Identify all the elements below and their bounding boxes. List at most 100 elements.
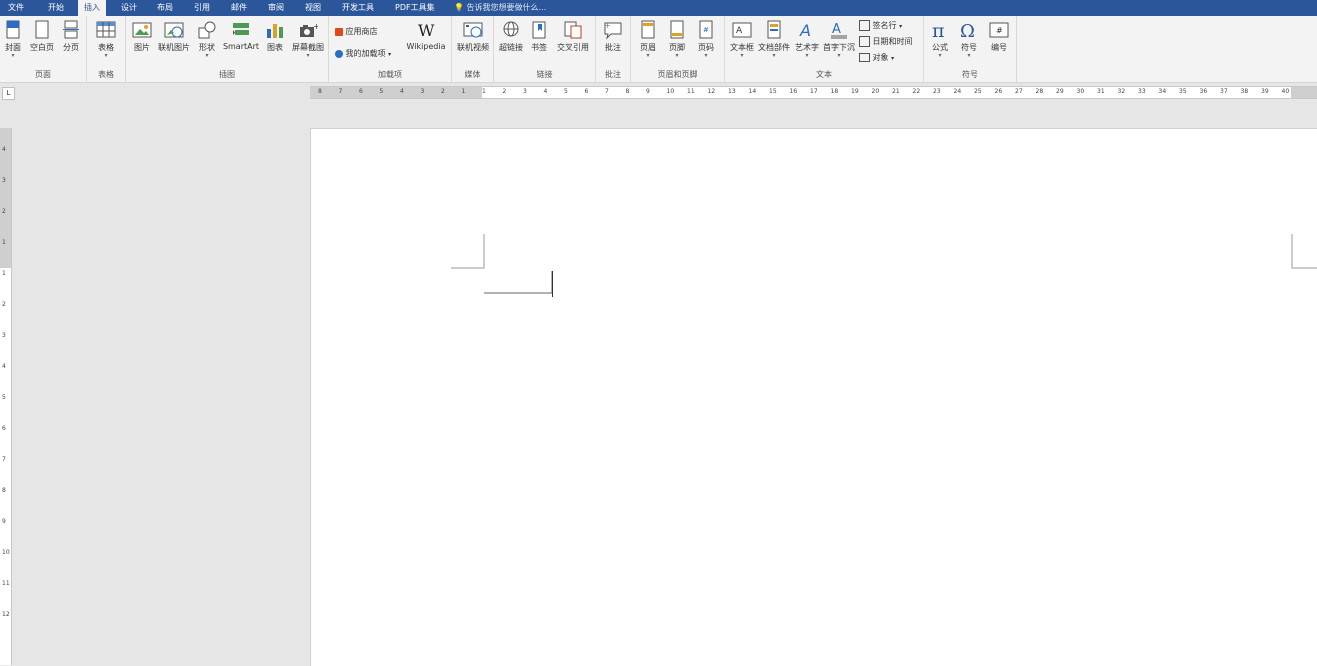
ruler-number: 30 bbox=[1076, 88, 1085, 95]
group-label-symbols: 符号 bbox=[962, 70, 978, 79]
vruler-number: 3 bbox=[2, 177, 6, 184]
header-button[interactable]: 页眉 ▾ bbox=[635, 20, 661, 59]
smartart-button[interactable]: SmartArt bbox=[222, 20, 260, 51]
page-break-icon bbox=[63, 20, 79, 39]
ruler-number: 34 bbox=[1158, 88, 1167, 95]
online-video-icon bbox=[463, 22, 483, 38]
tab-home[interactable]: 开始 bbox=[42, 0, 70, 16]
tab-layout[interactable]: 布局 bbox=[151, 0, 179, 16]
shapes-icon bbox=[198, 21, 216, 39]
ruler-number: 37 bbox=[1220, 88, 1228, 95]
tab-developer[interactable]: 开发工具 bbox=[336, 0, 380, 16]
pictures-button[interactable]: 图片 bbox=[130, 20, 154, 53]
picture-icon bbox=[132, 22, 152, 38]
document-page[interactable] bbox=[310, 128, 1317, 666]
cross-reference-button[interactable]: 交叉引用 bbox=[554, 20, 592, 53]
page-number-button[interactable]: # 页码 ▾ bbox=[693, 20, 719, 59]
ribbon: 封面 ▾ 空白页 分页 页面 表格 ▾ 表格 图片 联机图片 形状 ▾ Smar… bbox=[0, 16, 1317, 83]
screenshot-button[interactable]: + 屏幕截图 ▾ bbox=[290, 20, 326, 59]
tab-view[interactable]: 视图 bbox=[299, 0, 327, 16]
bookmark-button[interactable]: 书签 bbox=[528, 20, 550, 53]
chart-button[interactable]: 图表 bbox=[264, 20, 286, 53]
ruler-number: 11 bbox=[687, 88, 695, 95]
text-box-button[interactable]: A 文本框 ▾ bbox=[728, 20, 756, 59]
group-addins: 应用商店 我的加载项 ▾ W Wikipedia 加载项 bbox=[329, 16, 452, 82]
ruler-number: 18 bbox=[830, 88, 839, 95]
ruler-number: 40 bbox=[1281, 88, 1290, 95]
footer-button[interactable]: 页脚 ▾ bbox=[664, 20, 690, 59]
store-button[interactable]: 应用商店 bbox=[335, 26, 378, 37]
svg-text:+: + bbox=[604, 21, 611, 30]
online-pictures-button[interactable]: 联机图片 bbox=[157, 20, 191, 53]
vruler-number: 5 bbox=[2, 394, 6, 401]
ruler-number: 15 bbox=[769, 88, 777, 95]
blank-page-button[interactable]: 空白页 bbox=[28, 20, 56, 53]
quick-parts-icon bbox=[767, 20, 781, 39]
ruler-number: 8 bbox=[318, 88, 322, 95]
hyperlink-button[interactable]: 超链接 bbox=[497, 20, 525, 53]
wikipedia-button[interactable]: W Wikipedia bbox=[405, 20, 447, 51]
equation-button[interactable]: π 公式 ▾ bbox=[927, 20, 953, 59]
ruler-number: 20 bbox=[871, 88, 880, 95]
vruler-number: 1 bbox=[2, 270, 6, 277]
right-margin-shade bbox=[1291, 87, 1317, 98]
horizontal-ruler[interactable]: 8 7 6 5 4 3 2 1 1 2 3 4 5 6 7 8 9 10 11 12 13 14 15 16 17 18 19 20 2… bbox=[310, 86, 1317, 99]
ruler-number: 4 bbox=[400, 88, 404, 95]
cover-page-button[interactable]: 封面 ▾ bbox=[3, 20, 23, 59]
wordart-button[interactable]: A 艺术字 ▾ bbox=[793, 20, 821, 59]
vruler-number: 7 bbox=[2, 456, 6, 463]
signature-line-button[interactable]: 签名行 ▾ bbox=[859, 20, 902, 31]
symbol-button[interactable]: Ω 符号 ▾ bbox=[956, 20, 982, 59]
group-symbols: π 公式 ▾ Ω 符号 ▾ # 编号 符号 bbox=[924, 16, 1017, 82]
tab-mailings[interactable]: 邮件 bbox=[225, 0, 253, 16]
tab-references[interactable]: 引用 bbox=[188, 0, 216, 16]
group-label-header-footer: 页眉和页脚 bbox=[657, 70, 698, 79]
ruler-number: 14 bbox=[748, 88, 757, 95]
ruler-number: 27 bbox=[1015, 88, 1023, 95]
svg-text:A: A bbox=[736, 26, 743, 36]
tell-me-search[interactable]: 💡 告诉我您想要做什么... bbox=[454, 0, 546, 16]
tab-pdf-tools[interactable]: PDF工具集 bbox=[389, 0, 441, 16]
table-button[interactable]: 表格 ▾ bbox=[94, 20, 118, 59]
date-time-button[interactable]: 日期和时间 bbox=[859, 36, 913, 47]
group-label-tables: 表格 bbox=[98, 70, 114, 79]
ruler-number: 17 bbox=[810, 88, 818, 95]
ruler-number: 39 bbox=[1261, 88, 1269, 95]
ribbon-tab-bar: 文件 开始 插入 设计 布局 引用 邮件 审阅 视图 开发工具 PDF工具集 💡… bbox=[0, 0, 1317, 16]
shapes-button[interactable]: 形状 ▾ bbox=[195, 20, 219, 59]
wikipedia-icon: W bbox=[418, 21, 435, 40]
ruler-number: 32 bbox=[1117, 88, 1126, 95]
ruler-number: 16 bbox=[789, 88, 798, 95]
ruler-number: 6 bbox=[359, 88, 363, 95]
page-break-button[interactable]: 分页 bbox=[60, 20, 82, 53]
tab-review[interactable]: 审阅 bbox=[262, 0, 290, 16]
group-label-media: 媒体 bbox=[464, 70, 481, 79]
ruler-number: 3 bbox=[420, 88, 425, 95]
drop-cap-button[interactable]: A 首字下沉 ▾ bbox=[822, 20, 856, 59]
ruler-number: 29 bbox=[1056, 88, 1064, 95]
tab-design[interactable]: 设计 bbox=[115, 0, 143, 16]
ruler-number: 38 bbox=[1240, 88, 1249, 95]
vertical-ruler[interactable]: 4 3 2 1 1 2 3 4 5 6 7 8 9 10 11 12 bbox=[0, 128, 12, 665]
object-button[interactable]: 对象 ▾ bbox=[859, 52, 894, 63]
tab-insert[interactable]: 插入 bbox=[78, 0, 106, 16]
group-illustrations: 图片 联机图片 形状 ▾ SmartArt 图表 + 屏幕截图 ▾ 插图 bbox=[126, 16, 329, 82]
ruler-number: 22 bbox=[912, 88, 921, 95]
online-video-button[interactable]: 联机视频 bbox=[455, 20, 491, 53]
group-pages: 封面 ▾ 空白页 分页 页面 bbox=[0, 16, 87, 82]
new-comment-button[interactable]: + 批注 bbox=[601, 20, 625, 53]
blank-page-icon bbox=[35, 20, 49, 39]
quick-parts-button[interactable]: 文档部件 ▾ bbox=[758, 20, 790, 59]
group-header-footer: 页眉 ▾ 页脚 ▾ # 页码 ▾ 页眉和页脚 bbox=[631, 16, 725, 82]
my-addins-button[interactable]: 我的加载项 ▾ bbox=[335, 48, 391, 59]
calendar-icon bbox=[859, 36, 870, 47]
numbering-button[interactable]: # 编号 bbox=[986, 20, 1012, 53]
camera-icon: + bbox=[300, 22, 318, 37]
wordart-icon: A bbox=[799, 21, 811, 40]
vruler-number: 4 bbox=[2, 146, 6, 153]
tab-file[interactable]: 文件 bbox=[2, 0, 30, 16]
left-margin-shade bbox=[310, 87, 482, 98]
group-label-comments: 批注 bbox=[605, 70, 621, 79]
group-label-illustrations: 插图 bbox=[219, 70, 235, 79]
tab-selector-button[interactable]: L bbox=[2, 87, 15, 100]
